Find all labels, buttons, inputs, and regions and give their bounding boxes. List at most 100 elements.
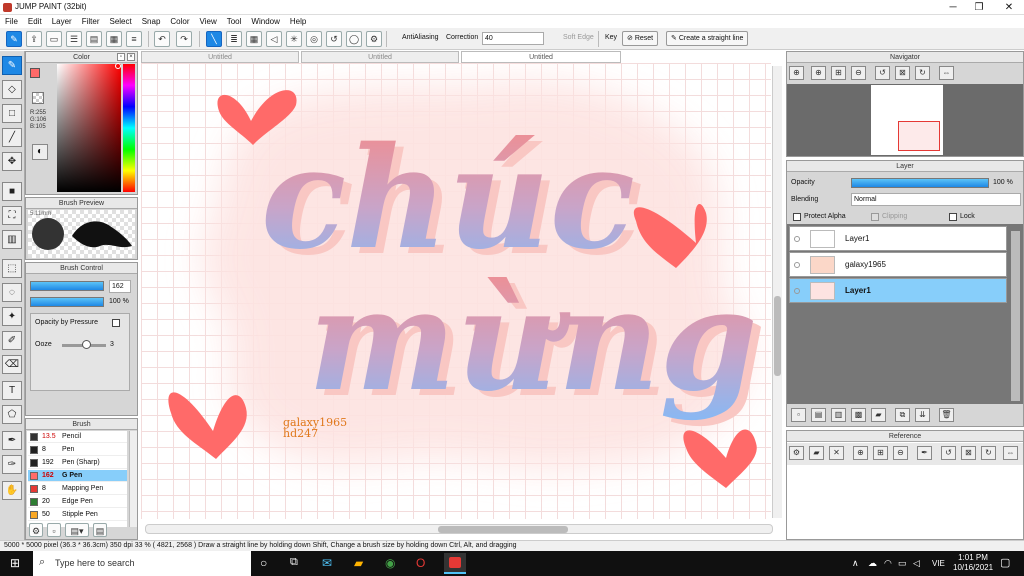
zoom-fit-icon[interactable]: ⊕ — [789, 66, 804, 80]
menu-filter[interactable]: Filter — [77, 15, 105, 28]
doc-icon[interactable]: ▤ — [86, 31, 102, 47]
browser-icon[interactable]: ◉ — [385, 556, 395, 570]
new-layer-icon[interactable]: ▫ — [791, 408, 806, 422]
doc-tab-active[interactable]: Untitled — [461, 51, 621, 63]
reference-close-icon[interactable]: ✕ — [829, 446, 844, 460]
new-halftone-icon[interactable]: ▩ — [851, 408, 866, 422]
brush-item[interactable]: 13.5 Pencil — [28, 431, 127, 443]
transparent-color[interactable] — [32, 92, 44, 104]
menu-window[interactable]: Window — [246, 15, 284, 28]
color-picker-square[interactable] — [57, 64, 121, 192]
hand-tool-icon[interactable]: ✋ — [2, 481, 22, 500]
menu-select[interactable]: Select — [104, 15, 136, 28]
snap-parallel-icon[interactable]: ≣ — [226, 31, 242, 47]
menu-color[interactable]: Color — [165, 15, 194, 28]
mail-icon[interactable]: ✉ — [322, 556, 332, 570]
correction-select[interactable]: 40 — [482, 32, 544, 45]
zoom-actual-icon[interactable]: ⊞ — [831, 66, 846, 80]
layer-list-scrollbar[interactable] — [1011, 231, 1020, 401]
new-icon[interactable]: ✎ — [6, 31, 22, 47]
navigator-thumbnail[interactable] — [871, 85, 943, 155]
blending-select[interactable]: Normal — [851, 193, 1021, 206]
layer-row[interactable]: galaxy1965 — [789, 252, 1007, 277]
frame-tool-icon[interactable]: ⬠ — [2, 405, 22, 424]
undo-icon[interactable]: ↶ — [154, 31, 170, 47]
straight-line-button[interactable]: ✎ Create a straight line — [666, 31, 749, 46]
layer-row-selected[interactable]: Layer1 — [789, 278, 1007, 303]
eraser-tool-icon[interactable]: ◇ — [2, 80, 22, 99]
brush-item[interactable]: 8 Mapping Pen — [28, 483, 127, 495]
brush-doc-icon[interactable]: ▤ — [93, 523, 107, 537]
notifications-icon[interactable]: ▢ — [1000, 556, 1010, 569]
stack-icon[interactable]: ☰ — [66, 31, 82, 47]
visibility-icon[interactable] — [794, 288, 800, 294]
vscroll-thumb[interactable] — [774, 296, 781, 376]
new-folder-icon[interactable]: ▰ — [871, 408, 886, 422]
gradient-tool-icon[interactable]: ▥ — [2, 230, 22, 249]
protect-alpha-checkbox[interactable] — [793, 213, 801, 221]
brush-settings-icon[interactable]: ⚙ — [29, 523, 43, 537]
brush-opacity-slider[interactable] — [30, 297, 104, 307]
palette-icon[interactable]: ◐ — [32, 144, 48, 160]
lock-checkbox[interactable] — [949, 213, 957, 221]
opacity-by-pressure-checkbox[interactable] — [112, 319, 120, 327]
layer-opacity-slider[interactable] — [851, 178, 989, 188]
menu-file[interactable]: File — [0, 15, 23, 28]
reference-rotate-right-icon[interactable]: ↻ — [981, 446, 996, 460]
select-eraser-icon[interactable]: ⌫ — [2, 355, 22, 374]
taskbar-search[interactable]: ⌕ Type here to search — [33, 551, 251, 576]
file-explorer-icon[interactable]: ▰ — [354, 556, 363, 570]
canvas-paper[interactable]: chúc chúc mừng mừng galaxy1965 hd247 — [141, 63, 771, 519]
brush-menu-icon[interactable]: ▤▾ — [65, 523, 89, 537]
reference-flip-icon[interactable]: ⇔ — [1003, 446, 1018, 460]
visibility-icon[interactable] — [794, 262, 800, 268]
volume-icon[interactable]: ◁ — [913, 558, 920, 569]
brush-item[interactable]: 192 Pen (Sharp) — [28, 457, 127, 469]
magic-wand-icon[interactable]: ✦ — [2, 307, 22, 326]
text-tool-icon[interactable]: T — [2, 381, 22, 400]
clock[interactable]: 1:01 PM 10/16/2021 — [953, 553, 993, 573]
reference-zoom-in-icon[interactable]: ⊕ — [853, 446, 868, 460]
foreground-color[interactable] — [30, 68, 40, 78]
grid-icon[interactable]: ▦ — [106, 31, 122, 47]
brush-item[interactable]: 50 Stipple Pen — [28, 509, 127, 521]
menu-view[interactable]: View — [195, 15, 222, 28]
onedrive-icon[interactable]: ☁ — [868, 558, 877, 569]
new-brush-icon[interactable]: ▫ — [47, 523, 61, 537]
pen-eyedropper-icon[interactable]: ✑ — [2, 455, 22, 474]
snap-radial-icon[interactable]: ✳ — [286, 31, 302, 47]
line-tool-icon[interactable]: ╱ — [2, 128, 22, 147]
jump-paint-taskbar-icon[interactable] — [444, 553, 466, 574]
zoom-in-icon[interactable]: ⊕ — [811, 66, 826, 80]
eyedropper-icon[interactable]: ✒ — [2, 431, 22, 450]
menu-layer[interactable]: Layer — [47, 15, 77, 28]
select-lasso-icon[interactable]: ◌ — [2, 283, 22, 302]
select-rect-icon[interactable]: ⬚ — [2, 259, 22, 278]
doc-tab[interactable]: Untitled — [141, 51, 299, 63]
reference-zoom-out-icon[interactable]: ⊖ — [893, 446, 908, 460]
ooze-slider-thumb[interactable] — [82, 340, 91, 349]
reference-fit-icon[interactable]: ⊞ — [873, 446, 888, 460]
list-icon[interactable]: ≡ — [126, 31, 142, 47]
snap-grid-icon[interactable]: ▦ — [246, 31, 262, 47]
tray-chevron-icon[interactable]: ∧ — [852, 558, 859, 569]
zoom-out-icon[interactable]: ⊖ — [851, 66, 866, 80]
menu-edit[interactable]: Edit — [23, 15, 47, 28]
maximize-button[interactable]: ❐ — [966, 1, 992, 14]
move-tool-icon[interactable]: ✥ — [2, 152, 22, 171]
new-layer-8bit-icon[interactable]: ▤ — [811, 408, 826, 422]
rotate-left-icon[interactable]: ↺ — [875, 66, 890, 80]
brush-tool-icon[interactable]: ✎ — [2, 56, 22, 75]
doc-tab[interactable]: Untitled — [301, 51, 459, 63]
brush-item[interactable]: 8 Pen — [28, 444, 127, 456]
brush-list-scrollbar[interactable] — [129, 431, 137, 527]
reference-open-icon[interactable]: ▰ — [809, 446, 824, 460]
redo-icon[interactable]: ↷ — [176, 31, 192, 47]
close-button[interactable]: ✕ — [996, 1, 1022, 14]
canvas-vscrollbar[interactable] — [772, 66, 782, 518]
snap-off-icon[interactable]: ╲ — [206, 31, 222, 47]
brush-item[interactable]: 20 Edge Pen — [28, 496, 127, 508]
rotate-right-icon[interactable]: ↻ — [915, 66, 930, 80]
duplicate-layer-icon[interactable]: ⧉ — [895, 408, 910, 422]
canvas-hscrollbar[interactable] — [145, 524, 773, 534]
